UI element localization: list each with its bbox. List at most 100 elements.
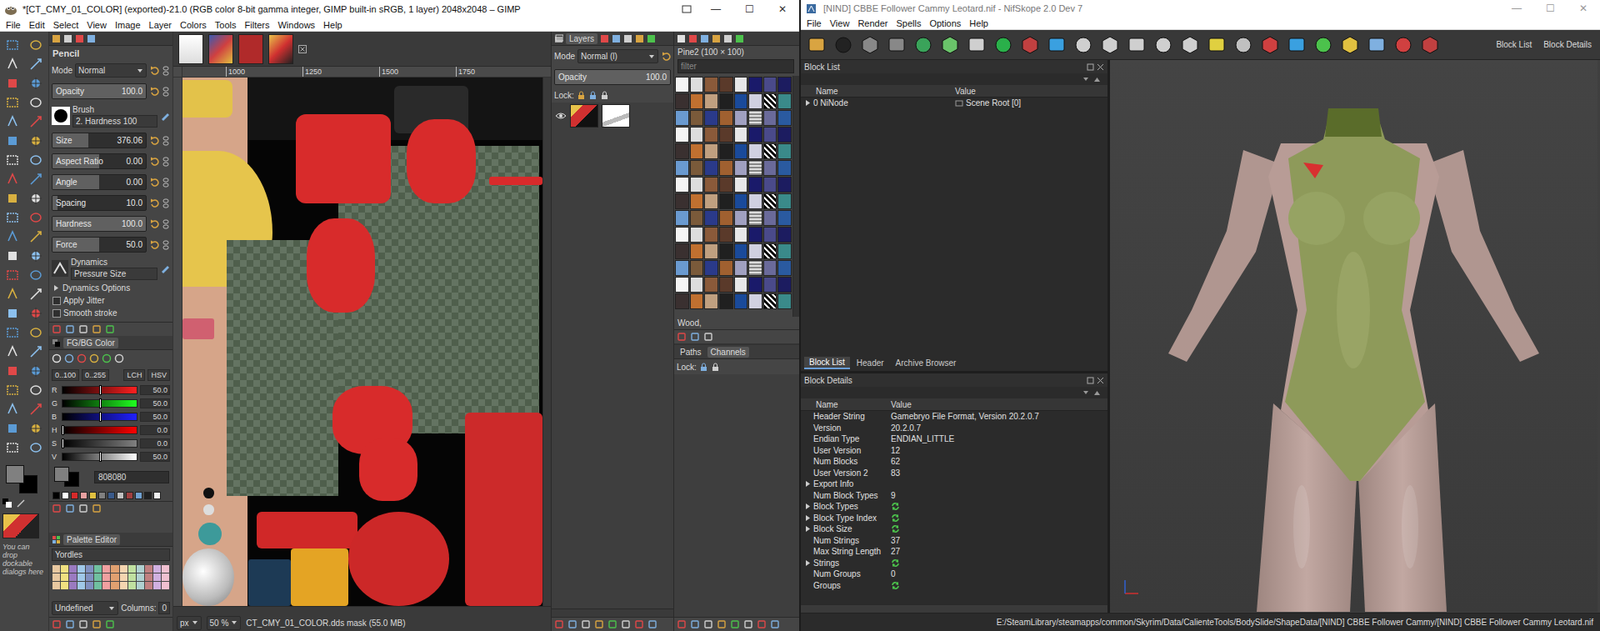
expander-icon[interactable] — [804, 525, 812, 533]
pattern-swatch[interactable] — [734, 126, 749, 143]
palette-mode-dropdown[interactable]: Undefined — [51, 600, 119, 615]
link-icon[interactable] — [161, 219, 170, 230]
tool-icon[interactable] — [28, 344, 44, 360]
expander-icon[interactable] — [804, 559, 812, 567]
detail-row[interactable]: Num Blocks62 — [800, 455, 1108, 468]
action-icon[interactable] — [704, 332, 713, 341]
action-icon[interactable] — [621, 620, 630, 629]
history-color[interactable] — [89, 491, 97, 500]
reset-icon[interactable] — [149, 177, 160, 188]
palette-swatch[interactable] — [110, 581, 119, 590]
tool-icon[interactable] — [28, 75, 44, 91]
pattern-swatch[interactable] — [675, 76, 690, 93]
tool-icon[interactable] — [5, 210, 20, 225]
color-track[interactable] — [61, 385, 138, 395]
menu-item[interactable]: Render — [853, 17, 892, 30]
dock-tab-icon[interactable] — [735, 34, 745, 44]
dock-tab-icon[interactable] — [700, 34, 710, 44]
layer-mode-dropdown[interactable]: Normal (l) — [577, 49, 659, 64]
palette-swatch[interactable] — [60, 581, 69, 590]
tool-icon[interactable] — [28, 210, 44, 225]
pattern-swatch[interactable] — [748, 93, 763, 110]
palette-swatch[interactable] — [69, 573, 77, 581]
pattern-swatch[interactable] — [690, 93, 705, 110]
pattern-swatch[interactable] — [748, 110, 763, 126]
pattern-swatch[interactable] — [763, 110, 778, 126]
palette-swatch[interactable] — [85, 573, 94, 581]
pattern-swatch[interactable] — [777, 293, 792, 310]
unit-dropdown[interactable]: px — [176, 615, 202, 630]
color-picker-icon[interactable] — [64, 353, 75, 364]
render-viewport[interactable] — [1110, 60, 1600, 613]
refresh-icon[interactable] — [890, 558, 900, 568]
tool-icon[interactable] — [5, 401, 20, 417]
action-icon[interactable] — [595, 620, 604, 629]
palette-swatch[interactable] — [136, 581, 145, 590]
detail-row[interactable]: Num Block Types9 — [800, 490, 1108, 502]
pattern-swatch[interactable] — [719, 176, 734, 193]
refresh-icon[interactable] — [890, 524, 900, 534]
edit-brush-icon[interactable] — [160, 110, 170, 121]
toolbar-icon[interactable] — [1179, 34, 1201, 56]
color-track[interactable] — [61, 399, 138, 408]
detail-row[interactable]: Groups — [800, 580, 1108, 592]
tool-icon[interactable] — [28, 190, 44, 206]
toolbar-icon[interactable] — [1099, 34, 1121, 56]
palette-swatch[interactable] — [69, 581, 77, 590]
dock-tab-icon[interactable] — [635, 34, 645, 44]
dock-tab-icon[interactable] — [600, 34, 610, 44]
history-color[interactable] — [70, 491, 79, 500]
pattern-swatch[interactable] — [748, 176, 763, 193]
dock-tab-icon[interactable] — [676, 34, 686, 44]
dock-tab[interactable]: Archive Browser — [890, 357, 962, 369]
color-picker-icon[interactable] — [51, 353, 62, 364]
pattern-swatch[interactable] — [704, 193, 719, 210]
pattern-swatch[interactable] — [675, 110, 690, 126]
pattern-scrollbar[interactable] — [792, 75, 800, 317]
pattern-swatch[interactable] — [777, 210, 792, 226]
maximize-button[interactable]: ☐ — [732, 0, 766, 18]
layer-opacity-slider[interactable]: Opacity100.0 — [554, 69, 671, 85]
pattern-swatch[interactable] — [777, 93, 792, 110]
tool-icon[interactable] — [28, 114, 44, 130]
toolbar-icon[interactable] — [992, 34, 1015, 56]
collapse-icon[interactable] — [1082, 389, 1090, 397]
pattern-swatch[interactable] — [719, 143, 734, 160]
pattern-swatch[interactable] — [719, 76, 734, 93]
pattern-swatch[interactable] — [748, 276, 763, 293]
action-icon[interactable] — [757, 620, 766, 629]
detail-row[interactable]: Header StringGamebryo File Format, Versi… — [800, 410, 1108, 423]
toolbar-button[interactable]: Block List — [1492, 38, 1535, 51]
pattern-swatch[interactable] — [690, 176, 705, 193]
model-button[interactable]: LCH — [123, 369, 145, 381]
history-color[interactable] — [80, 491, 88, 500]
lock-icon[interactable] — [600, 90, 610, 100]
action-icon[interactable] — [79, 504, 88, 513]
reset-icon[interactable] — [149, 240, 160, 250]
detail-row[interactable]: Strings — [800, 557, 1108, 570]
pattern-swatch[interactable] — [719, 276, 734, 293]
pattern-swatch[interactable] — [690, 226, 705, 243]
palette-swatch[interactable] — [153, 573, 161, 581]
close-button[interactable]: ✕ — [765, 0, 800, 18]
action-icon[interactable] — [635, 620, 644, 629]
action-icon[interactable] — [52, 325, 61, 334]
pattern-swatch[interactable] — [719, 293, 734, 310]
mode-dropdown[interactable]: Normal — [75, 63, 147, 78]
pattern-swatch[interactable] — [734, 276, 749, 293]
history-color[interactable] — [61, 491, 70, 500]
pattern-swatch[interactable] — [690, 143, 705, 160]
checkbox[interactable] — [52, 296, 61, 305]
image-thumbnail[interactable] — [2, 513, 40, 539]
palette-swatch[interactable] — [77, 581, 85, 590]
toolbar-icon[interactable] — [1285, 34, 1308, 56]
link-icon[interactable] — [161, 135, 170, 146]
column-header[interactable]: Value — [890, 400, 1108, 410]
pattern-swatch[interactable] — [734, 243, 749, 260]
column-header[interactable]: Name — [800, 400, 891, 410]
brush-value[interactable]: 2. Hardness 100 — [72, 115, 158, 128]
action-icon[interactable] — [65, 620, 75, 629]
detail-row[interactable]: Block Types — [800, 500, 1108, 513]
range-button[interactable]: 0..255 — [81, 369, 110, 381]
toolbar-icon[interactable] — [1125, 34, 1148, 56]
